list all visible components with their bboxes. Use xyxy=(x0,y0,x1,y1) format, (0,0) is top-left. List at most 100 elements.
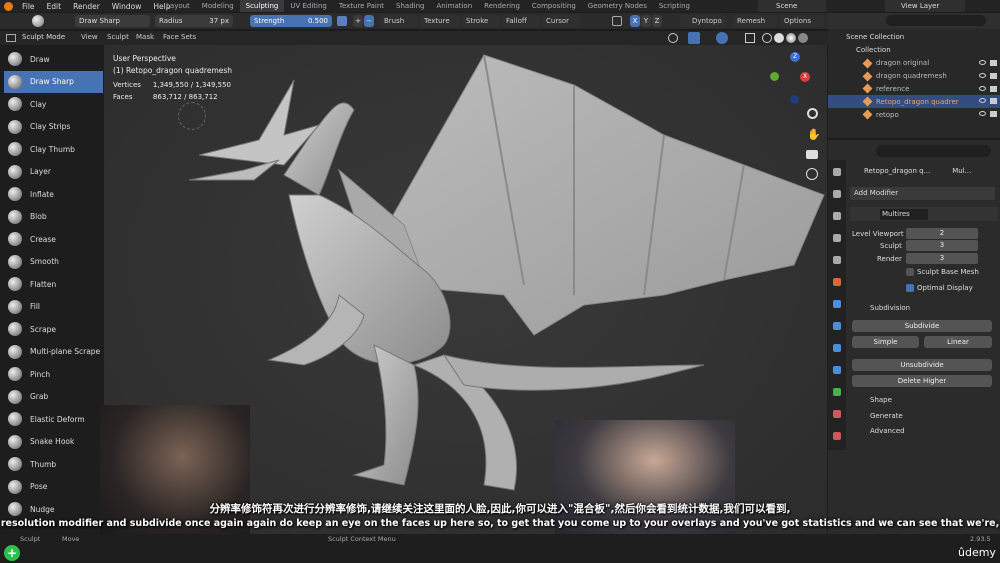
outliner-item[interactable]: retopo xyxy=(828,108,1000,121)
tool-clay-thumb[interactable]: Clay Thumb xyxy=(4,138,103,161)
editor-type-icon[interactable] xyxy=(6,34,16,42)
subdivide-button[interactable]: Subdivide xyxy=(852,320,992,332)
tab-shading[interactable]: Shading xyxy=(390,0,430,12)
shape-panel-header[interactable]: Shape xyxy=(870,396,892,404)
xray-icon[interactable] xyxy=(745,33,755,43)
scene-tab-icon[interactable] xyxy=(833,256,841,264)
dyntopo-menu[interactable]: Dyntopo xyxy=(680,15,726,27)
constraints-tab-icon[interactable] xyxy=(833,366,841,374)
delete-higher-button[interactable]: Delete Higher xyxy=(852,375,992,387)
object-name[interactable]: Retopo_dragon q... xyxy=(864,167,930,175)
object-tab-icon[interactable] xyxy=(833,278,841,286)
menu-render[interactable]: Render xyxy=(73,2,100,11)
strength-field[interactable]: Strength 0.500 xyxy=(250,15,332,27)
outliner-filter-field[interactable] xyxy=(886,15,986,26)
subtract-direction-button[interactable]: − xyxy=(364,15,374,27)
tab-texture-paint[interactable]: Texture Paint xyxy=(333,0,390,12)
render-level-field[interactable]: 3 xyxy=(906,253,978,264)
gizmo-icon[interactable] xyxy=(688,32,700,44)
render-camera-icon[interactable] xyxy=(990,60,997,66)
particles-tab-icon[interactable] xyxy=(833,322,841,330)
sculpt-base-mesh-checkbox[interactable]: Sculpt Base Mesh xyxy=(906,268,979,276)
y-axis-icon[interactable] xyxy=(770,72,779,81)
tab-geometry-nodes[interactable]: Geometry Nodes xyxy=(582,0,653,12)
tool-layer[interactable]: Layer xyxy=(4,161,103,184)
output-tab-icon[interactable] xyxy=(833,212,841,220)
linear-button[interactable]: Linear xyxy=(924,336,992,348)
menu-window[interactable]: Window xyxy=(112,2,142,11)
tab-compositing[interactable]: Compositing xyxy=(526,0,582,12)
advanced-panel-header[interactable]: Advanced xyxy=(870,427,905,435)
tab-animation[interactable]: Animation xyxy=(430,0,478,12)
render-camera-icon[interactable] xyxy=(990,72,997,79)
navigation-gizmo[interactable]: Z X xyxy=(770,52,815,107)
simple-button[interactable]: Simple xyxy=(852,336,919,348)
pan-hand-icon[interactable]: ✋ xyxy=(807,128,821,141)
neg-z-axis-icon[interactable] xyxy=(790,95,799,104)
tab-sculpting[interactable]: Sculpting xyxy=(239,0,285,12)
outliner-item[interactable]: dragon quadremesh xyxy=(828,70,1000,83)
visibility-eye-icon[interactable] xyxy=(979,72,986,78)
data-tab-icon[interactable] xyxy=(833,388,841,396)
tool-thumb[interactable]: Thumb xyxy=(4,453,103,476)
options-menu[interactable]: Options xyxy=(780,15,824,27)
texture-menu[interactable]: Texture xyxy=(420,15,460,27)
physics-tab-icon[interactable] xyxy=(833,344,841,352)
tab-scripting[interactable]: Scripting xyxy=(653,0,696,12)
tab-modeling[interactable]: Modeling xyxy=(196,0,240,12)
optimal-display-checkbox[interactable]: Optimal Display xyxy=(906,284,973,292)
menu-sculpt[interactable]: Sculpt xyxy=(107,33,129,41)
material-shading-icon[interactable] xyxy=(786,33,796,43)
visibility-eye-icon[interactable] xyxy=(979,85,986,91)
remesh-menu[interactable]: Remesh xyxy=(733,15,777,27)
tool-pinch[interactable]: Pinch xyxy=(4,363,103,386)
render-camera-icon[interactable] xyxy=(990,111,997,118)
render-tab-icon[interactable] xyxy=(833,190,841,198)
scene-collection-row[interactable]: Scene Collection xyxy=(828,31,1000,44)
menu-file[interactable]: File xyxy=(22,2,35,11)
outliner-item[interactable]: Retopo_dragon quadrer xyxy=(828,95,1000,109)
tool-draw-sharp[interactable]: Draw Sharp xyxy=(4,70,103,93)
visibility-eye-icon[interactable] xyxy=(979,98,986,104)
tool-tab-icon[interactable] xyxy=(833,168,841,176)
tool-clay[interactable]: Clay xyxy=(4,93,103,116)
overlays-icon[interactable] xyxy=(716,32,728,44)
render-camera-icon[interactable] xyxy=(990,85,997,92)
collection-row[interactable]: Collection xyxy=(828,44,1000,57)
view-layer-tab-icon[interactable] xyxy=(833,234,841,242)
menu-edit[interactable]: Edit xyxy=(47,2,62,11)
add-modifier-button[interactable]: Add Modifier xyxy=(850,187,995,200)
cursor-menu[interactable]: Cursor xyxy=(542,15,580,27)
scene-selector[interactable]: Scene xyxy=(758,0,826,12)
wireframe-shading-icon[interactable] xyxy=(762,33,772,43)
tool-inflate[interactable]: Inflate xyxy=(4,183,103,206)
multires-name-field[interactable]: Multires xyxy=(880,208,928,220)
material-tab-icon[interactable] xyxy=(833,410,841,418)
generate-panel-header[interactable]: Generate xyxy=(870,412,903,420)
menu-view[interactable]: View xyxy=(81,33,98,41)
tool-scrape[interactable]: Scrape xyxy=(4,318,103,341)
unsubdivide-button[interactable]: Unsubdivide xyxy=(852,359,992,371)
view-layer-selector[interactable]: View Layer xyxy=(885,0,965,12)
brush-name-field[interactable]: Draw Sharp xyxy=(75,15,150,27)
brush-preview-icon[interactable] xyxy=(32,15,44,27)
symmetry-icon[interactable] xyxy=(612,16,622,26)
tool-grab[interactable]: Grab xyxy=(4,386,103,409)
solid-shading-icon[interactable] xyxy=(774,33,784,43)
tool-flatten[interactable]: Flatten xyxy=(4,273,103,296)
mode-selector[interactable]: Sculpt Mode xyxy=(22,33,65,41)
outliner-item[interactable]: dragon original xyxy=(828,57,1000,70)
z-axis-icon[interactable]: Z xyxy=(790,52,800,62)
outliner-item[interactable]: reference xyxy=(828,83,1000,96)
render-camera-icon[interactable] xyxy=(990,98,997,105)
tab-uv-editing[interactable]: UV Editing xyxy=(284,0,333,12)
modifier-tab-icon[interactable] xyxy=(833,300,841,308)
tool-crease[interactable]: Crease xyxy=(4,228,103,251)
tool-multi-plane-scrape[interactable]: Multi-plane Scrape xyxy=(4,341,103,364)
tool-pose[interactable]: Pose xyxy=(4,476,103,499)
tool-snake-hook[interactable]: Snake Hook xyxy=(4,431,103,454)
mirror-y-toggle[interactable]: Y xyxy=(641,15,651,27)
sculpt-level-field[interactable]: 3 xyxy=(906,240,978,251)
x-axis-icon[interactable]: X xyxy=(800,72,810,82)
camera-icon[interactable] xyxy=(806,150,818,159)
